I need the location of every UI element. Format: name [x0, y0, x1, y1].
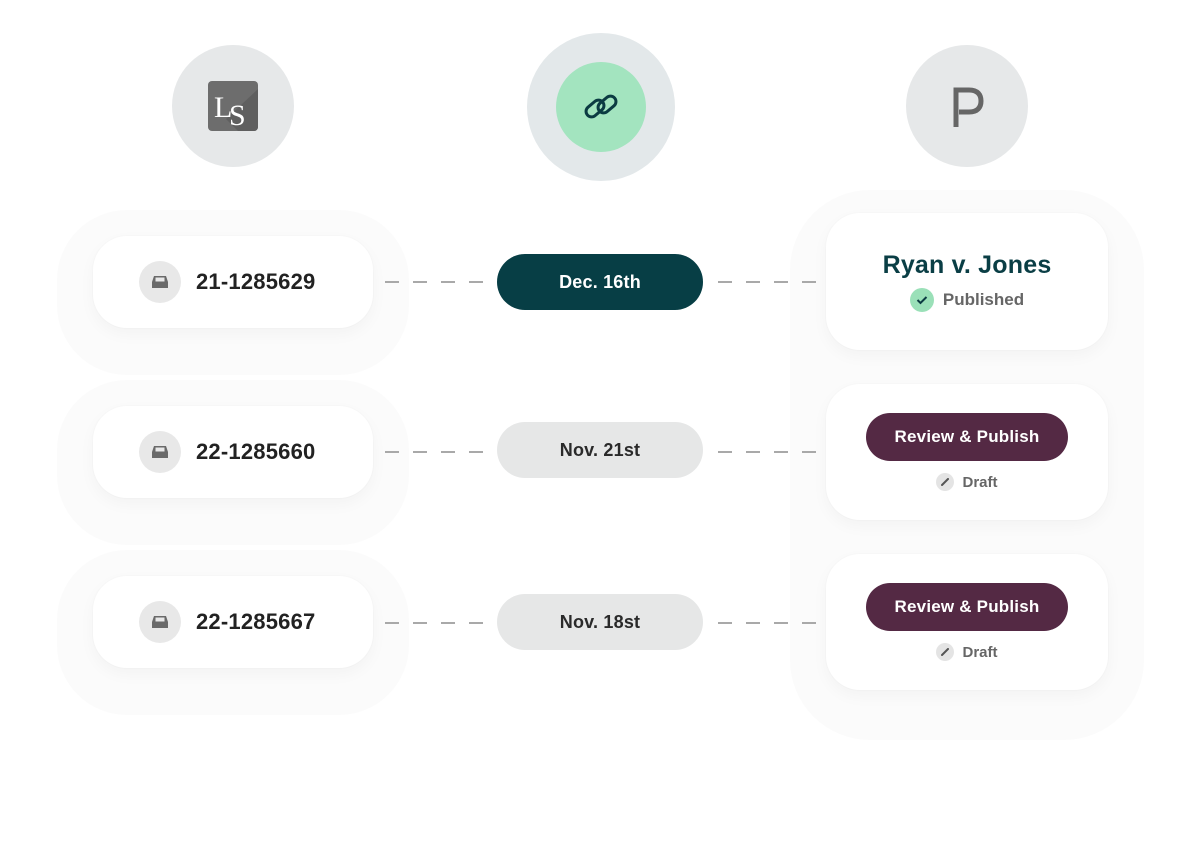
publication-card: Review & Publish Draft: [826, 384, 1108, 520]
connector-line: [385, 622, 497, 624]
link-icon: [584, 94, 618, 119]
integration-p: [906, 45, 1028, 167]
case-number: 22-1285660: [196, 439, 316, 464]
connector-line: [385, 451, 497, 453]
publication-card[interactable]: Ryan v. Jones Published: [826, 213, 1108, 350]
status-badge: Draft: [936, 643, 998, 661]
date-pill[interactable]: Dec. 16th: [497, 254, 703, 310]
connector-line: [718, 451, 818, 453]
inbox-icon: [139, 431, 181, 473]
check-icon: [909, 288, 934, 312]
link-badge: [556, 62, 646, 152]
connector-line: [718, 622, 818, 624]
connector-line: [718, 281, 818, 283]
case-card[interactable]: 22-1285667: [93, 576, 373, 668]
status-label: Draft: [962, 643, 998, 661]
review-publish-button[interactable]: Review & Publish: [866, 583, 1068, 631]
case-title: Ryan v. Jones: [882, 251, 1052, 279]
publication-card: Review & Publish Draft: [826, 554, 1108, 690]
integration-ls: L S: [172, 45, 294, 167]
status-badge: Published: [909, 288, 1025, 312]
connector-line: [385, 281, 497, 283]
ls-logo-icon: L S: [208, 81, 258, 131]
pencil-icon: [936, 473, 955, 491]
integration-link: [527, 33, 675, 181]
case-number: 22-1285667: [196, 609, 316, 634]
date-pill[interactable]: Nov. 21st: [497, 422, 703, 478]
pencil-icon: [936, 643, 955, 661]
status-badge: Draft: [936, 473, 998, 491]
date-pill[interactable]: Nov. 18st: [497, 594, 703, 650]
case-card[interactable]: 22-1285660: [93, 406, 373, 498]
svg-text:S: S: [229, 99, 246, 131]
inbox-icon: [139, 261, 181, 303]
case-number: 21-1285629: [196, 269, 316, 294]
review-publish-button[interactable]: Review & Publish: [866, 413, 1068, 461]
p-logo-icon: [953, 87, 984, 127]
case-card[interactable]: 21-1285629: [93, 236, 373, 328]
status-label: Published: [942, 290, 1025, 309]
status-label: Draft: [962, 473, 998, 491]
inbox-icon: [139, 601, 181, 643]
